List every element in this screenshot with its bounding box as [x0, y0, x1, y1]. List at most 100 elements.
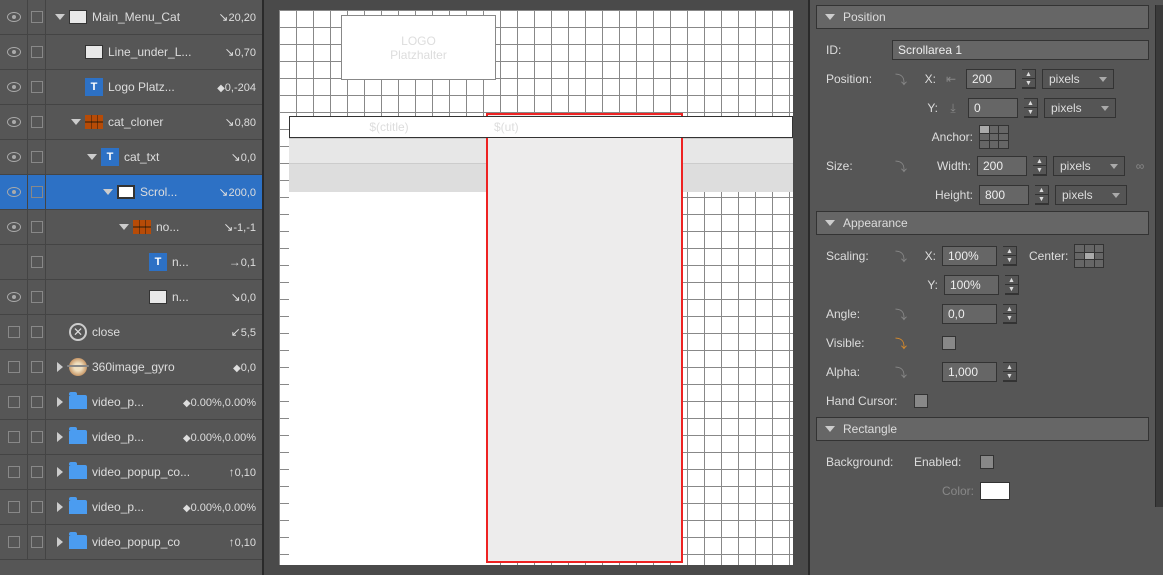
- spinner-pos-x[interactable]: ▲▼: [1022, 69, 1036, 89]
- unit-pos-y[interactable]: pixels: [1044, 98, 1116, 118]
- layer-row[interactable]: no...-1,-1: [0, 210, 262, 245]
- branch-icon-visible[interactable]: ⤵: [892, 334, 910, 352]
- expand-icon[interactable]: [57, 362, 63, 372]
- input-scale-x[interactable]: 100%: [942, 246, 997, 266]
- expand-icon[interactable]: [103, 189, 113, 195]
- layer-row[interactable]: Line_under_L...0,70: [0, 35, 262, 70]
- unit-height[interactable]: pixels: [1055, 185, 1127, 205]
- expand-icon[interactable]: [57, 537, 63, 547]
- layer-row[interactable]: video_p...0.00%,0.00%: [0, 420, 262, 455]
- layer-row[interactable]: video_popup_co0,10: [0, 525, 262, 560]
- visibility-icon[interactable]: [7, 117, 21, 127]
- visibility-box[interactable]: [8, 361, 20, 373]
- lock-box[interactable]: [31, 326, 43, 338]
- spinner-width[interactable]: ▲▼: [1033, 156, 1047, 176]
- center-grid[interactable]: [1074, 244, 1104, 268]
- lock-box[interactable]: [31, 361, 43, 373]
- lock-box[interactable]: [31, 431, 43, 443]
- align-icon-y[interactable]: ⤓: [944, 99, 962, 117]
- checkbox-visible[interactable]: [942, 336, 956, 350]
- layer-row[interactable]: TLogo Platz...0,-204: [0, 70, 262, 105]
- lock-box[interactable]: [31, 501, 43, 513]
- anchor-grid[interactable]: [979, 125, 1009, 149]
- branch-icon[interactable]: ⤵: [892, 70, 910, 88]
- lock-box[interactable]: [31, 291, 43, 303]
- selected-scrollarea[interactable]: [486, 113, 683, 563]
- spinner-angle[interactable]: ▲▼: [1003, 304, 1017, 324]
- input-height[interactable]: 800: [979, 185, 1029, 205]
- unit-width[interactable]: pixels: [1053, 156, 1125, 176]
- layer-row[interactable]: video_p...0.00%,0.00%: [0, 385, 262, 420]
- expand-icon[interactable]: [87, 154, 97, 160]
- layer-row[interactable]: Tn...0,1: [0, 245, 262, 280]
- visibility-box[interactable]: [8, 326, 20, 338]
- section-appearance[interactable]: Appearance: [816, 211, 1149, 235]
- lock-box[interactable]: [31, 186, 43, 198]
- scrollbar[interactable]: [1155, 5, 1163, 507]
- branch-icon-size[interactable]: ⤵: [892, 157, 910, 175]
- link-icon[interactable]: ∞: [1131, 157, 1149, 175]
- lock-box[interactable]: [31, 11, 43, 23]
- expand-icon[interactable]: [71, 119, 81, 125]
- visibility-icon[interactable]: [7, 47, 21, 57]
- layer-row[interactable]: video_p...0.00%,0.00%: [0, 490, 262, 525]
- lock-box[interactable]: [31, 151, 43, 163]
- layer-row[interactable]: Tcat_txt0,0: [0, 140, 262, 175]
- lock-box[interactable]: [31, 46, 43, 58]
- expand-icon[interactable]: [57, 397, 63, 407]
- visibility-box[interactable]: [8, 466, 20, 478]
- input-pos-x[interactable]: 200: [966, 69, 1016, 89]
- unit-pos-x[interactable]: pixels: [1042, 69, 1114, 89]
- layer-row[interactable]: 360image_gyro0,0: [0, 350, 262, 385]
- expand-icon[interactable]: [57, 502, 63, 512]
- visibility-box[interactable]: [8, 431, 20, 443]
- align-icon[interactable]: ⇤: [942, 70, 960, 88]
- layer-row[interactable]: ✕close5,5: [0, 315, 262, 350]
- visibility-icon[interactable]: [7, 12, 21, 22]
- section-position[interactable]: Position: [816, 5, 1149, 29]
- visibility-icon[interactable]: [7, 152, 21, 162]
- visibility-icon[interactable]: [7, 222, 21, 232]
- visibility-box[interactable]: [8, 396, 20, 408]
- expand-icon[interactable]: [57, 467, 63, 477]
- layer-row[interactable]: Scrol...200,0: [0, 175, 262, 210]
- lock-box[interactable]: [31, 221, 43, 233]
- input-pos-y[interactable]: 0: [968, 98, 1018, 118]
- visibility-box[interactable]: [8, 536, 20, 548]
- checkbox-hand[interactable]: [914, 394, 928, 408]
- branch-icon-alpha[interactable]: ⤵: [892, 363, 910, 381]
- spinner-scale-x[interactable]: ▲▼: [1003, 246, 1017, 266]
- layer-row[interactable]: n...0,0: [0, 280, 262, 315]
- input-id[interactable]: Scrollarea 1: [892, 40, 1149, 60]
- spinner-alpha[interactable]: ▲▼: [1003, 362, 1017, 382]
- lock-box[interactable]: [31, 466, 43, 478]
- color-swatch[interactable]: [980, 482, 1010, 500]
- lock-box[interactable]: [31, 536, 43, 548]
- lock-box[interactable]: [31, 256, 43, 268]
- lock-box[interactable]: [31, 396, 43, 408]
- checkbox-bg-enabled[interactable]: [980, 455, 994, 469]
- visibility-icon[interactable]: [7, 82, 21, 92]
- title-strip[interactable]: $(ctitle) $(ut): [289, 116, 793, 138]
- canvas[interactable]: LOGO Platzhalter $(ctitle) $(ut): [279, 10, 793, 565]
- spinner-pos-y[interactable]: ▲▼: [1024, 98, 1038, 118]
- input-alpha[interactable]: 1,000: [942, 362, 997, 382]
- input-scale-y[interactable]: 100%: [944, 275, 999, 295]
- expand-icon[interactable]: [57, 432, 63, 442]
- visibility-icon[interactable]: [7, 187, 21, 197]
- lock-box[interactable]: [31, 81, 43, 93]
- lock-box[interactable]: [31, 116, 43, 128]
- logo-placeholder[interactable]: LOGO Platzhalter: [341, 15, 496, 80]
- input-width[interactable]: 200: [977, 156, 1027, 176]
- visibility-box[interactable]: [8, 501, 20, 513]
- layer-row[interactable]: Main_Menu_Cat20,20: [0, 0, 262, 35]
- branch-icon-scaling[interactable]: ⤵: [892, 247, 910, 265]
- branch-icon-angle[interactable]: ⤵: [892, 305, 910, 323]
- spinner-scale-y[interactable]: ▲▼: [1005, 275, 1019, 295]
- expand-icon[interactable]: [55, 14, 65, 20]
- expand-icon[interactable]: [119, 224, 129, 230]
- input-angle[interactable]: 0,0: [942, 304, 997, 324]
- section-rectangle[interactable]: Rectangle: [816, 417, 1149, 441]
- spinner-height[interactable]: ▲▼: [1035, 185, 1049, 205]
- visibility-icon[interactable]: [7, 292, 21, 302]
